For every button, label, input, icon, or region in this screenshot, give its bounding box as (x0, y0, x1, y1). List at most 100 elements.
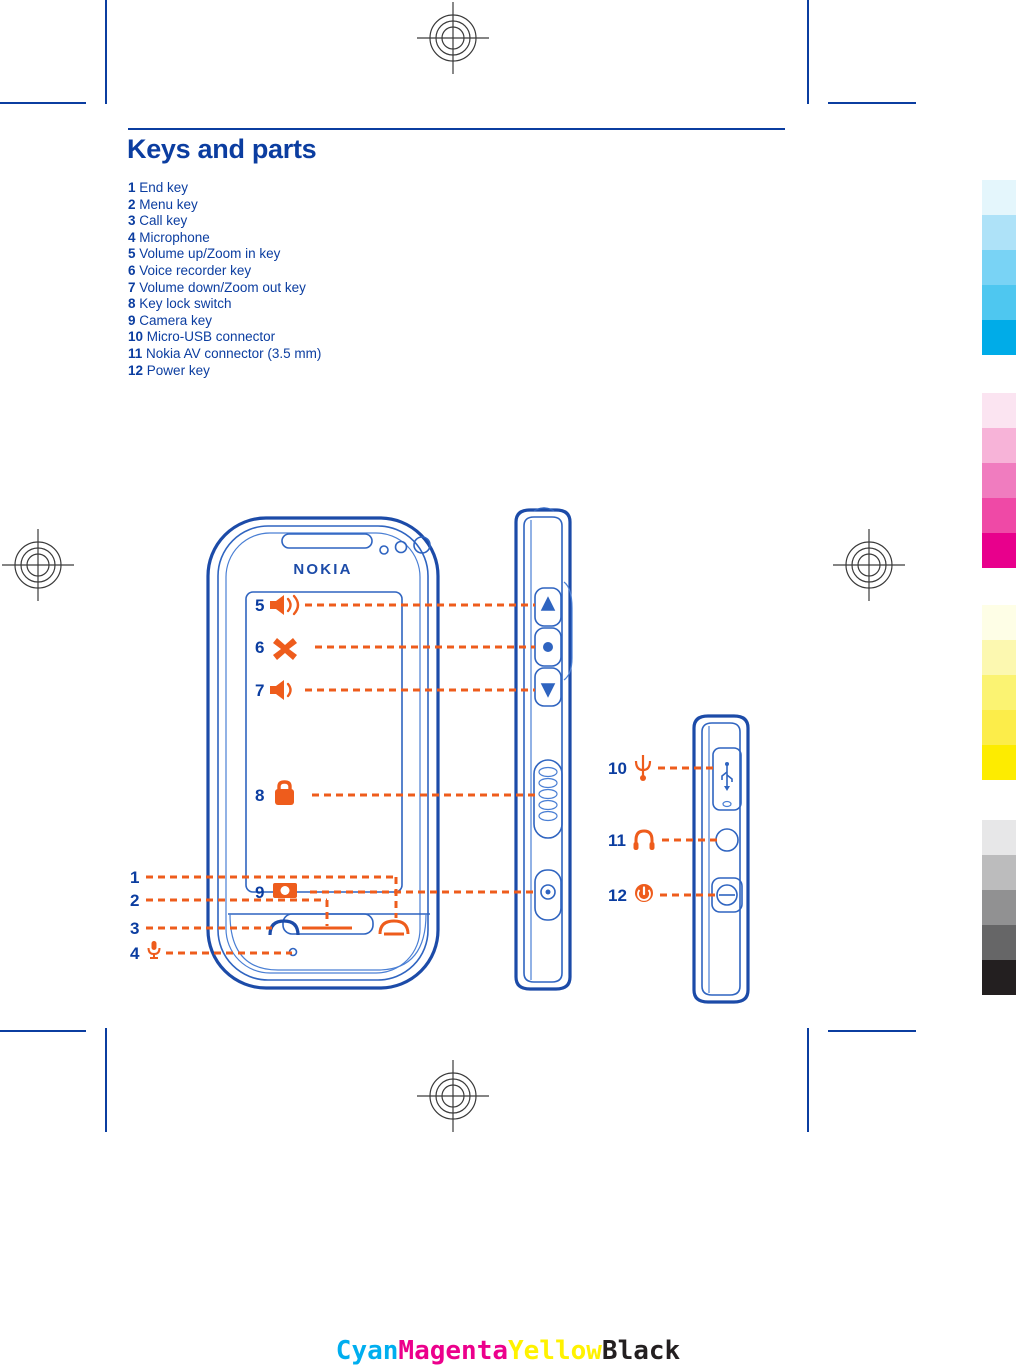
cmyk-label-strip: CyanMagentaYellowBlack (0, 1336, 1016, 1366)
swatch-yellow-4 (982, 710, 1016, 745)
crop-mark-bottom-right-vertical (807, 1028, 809, 1132)
crop-mark-bottom-left-horizontal (0, 1030, 86, 1032)
cmyk-label-black: Black (601, 1336, 681, 1366)
list-item: 1 End key (128, 180, 648, 197)
list-item-number: 11 (128, 345, 143, 361)
camera-key (534, 869, 562, 921)
swatch-black-3 (982, 890, 1016, 925)
swatch-yellow-2 (982, 640, 1016, 675)
cmyk-label-yellow: Yellow (508, 1336, 602, 1366)
power-icon (635, 884, 653, 902)
phone-side-view (514, 507, 573, 991)
list-item-label: Key lock switch (139, 296, 232, 312)
swatch-magenta-5 (982, 533, 1016, 568)
swatch-yellow-1 (982, 605, 1016, 640)
list-item-number: 6 (128, 262, 136, 278)
print-proof-page: Keys and parts 1 End key 2 Menu key 3 Ca… (0, 0, 1016, 1372)
color-calibration-bars (982, 0, 1016, 1050)
swatch-cyan-5 (982, 320, 1016, 355)
list-item-label: Nokia AV connector (3.5 mm) (146, 345, 322, 361)
lock-icon (275, 780, 294, 805)
swatch-black-2 (982, 855, 1016, 890)
swatch-cyan-3 (982, 250, 1016, 285)
list-item-label: Volume down/Zoom out key (139, 279, 306, 295)
page-title: Keys and parts (127, 134, 317, 164)
list-item-number: 8 (128, 296, 136, 312)
list-item-number: 1 (128, 180, 136, 195)
list-item-number: 4 (128, 229, 136, 245)
speaker-loud-icon (270, 594, 300, 616)
usb-icon (634, 755, 652, 781)
camera-icon (273, 883, 297, 898)
swatch-magenta-1 (982, 393, 1016, 428)
list-item-number: 2 (128, 196, 136, 212)
callout-number-3: 3 (130, 919, 139, 938)
list-item-label: Microphone (139, 229, 210, 245)
swatch-black-1 (982, 820, 1016, 855)
device-diagram: .bl{fill:none;stroke:#1c4ba8;stroke-widt… (130, 500, 810, 1020)
list-item: 12 Power key (128, 363, 648, 380)
crop-mark-bottom-left-vertical (105, 1028, 107, 1132)
callout-number-2: 2 (130, 891, 139, 910)
list-item-label: Call key (139, 213, 188, 229)
list-item-label: Power key (146, 362, 210, 378)
crop-mark-bottom-right-horizontal (828, 1030, 916, 1032)
headphone-icon (633, 829, 655, 850)
list-item: 3 Call key (128, 213, 648, 230)
registration-mark-right (833, 529, 905, 601)
swatch-magenta-3 (982, 463, 1016, 498)
callout-number-9: 9 (255, 883, 264, 902)
swatch-black-4 (982, 925, 1016, 960)
list-item-label: Camera key (139, 312, 213, 328)
registration-mark-top (417, 2, 489, 74)
callout-number-4: 4 (130, 944, 140, 963)
swatch-cyan-1 (982, 180, 1016, 215)
list-item-number: 7 (128, 279, 136, 295)
phone-front-view: NOKIA (206, 516, 440, 990)
cmyk-label-magenta: Magenta (398, 1336, 508, 1366)
crop-mark-top-right-vertical (807, 0, 809, 104)
list-item: 11 Nokia AV connector (3.5 mm) (128, 346, 648, 363)
parts-list: 1 End key 2 Menu key 3 Call key 4 Microp… (128, 180, 648, 379)
list-item: 5 Volume up/Zoom in key (128, 246, 648, 263)
list-item-number: 10 (128, 329, 144, 345)
end-key-glyph (378, 919, 410, 935)
av-connector-jack (715, 828, 739, 852)
registration-mark-left (2, 529, 74, 601)
nokia-wordmark: NOKIA (293, 561, 352, 578)
swatch-cyan-2 (982, 215, 1016, 250)
callout-number-6: 6 (255, 638, 264, 657)
callout-number-8: 8 (255, 786, 264, 805)
list-item-label: Menu key (139, 196, 198, 212)
swatch-yellow-5 (982, 745, 1016, 780)
list-item: 6 Voice recorder key (128, 263, 648, 280)
swatch-magenta-2 (982, 428, 1016, 463)
list-item-number: 5 (128, 246, 136, 262)
list-item: 8 Key lock switch (128, 296, 648, 313)
list-item-label: Volume up/Zoom in key (139, 246, 281, 262)
list-item: 10 Micro-USB connector (128, 329, 648, 346)
voice-recorder-x-icon (273, 638, 297, 660)
list-item-number: 3 (128, 213, 136, 229)
crop-mark-top-left-vertical (105, 0, 107, 104)
callout-number-11: 11 (608, 831, 626, 850)
swatch-magenta-4 (982, 498, 1016, 533)
list-item-label: Voice recorder key (139, 262, 252, 278)
callout-number-10: 10 (608, 759, 627, 778)
swatch-cyan-4 (982, 285, 1016, 320)
cmyk-label-cyan: Cyan (335, 1336, 399, 1366)
front-callout-lines (146, 875, 398, 955)
speaker-quiet-icon (270, 680, 292, 700)
swatch-yellow-3 (982, 675, 1016, 710)
crop-mark-top-right-horizontal (828, 102, 916, 104)
top-callout-lines (658, 766, 720, 897)
list-item: 9 Camera key (128, 313, 648, 330)
list-item: 4 Microphone (128, 230, 648, 247)
callout-number-5: 5 (255, 596, 264, 615)
callout-number-12: 12 (608, 886, 627, 905)
list-item: 7 Volume down/Zoom out key (128, 280, 648, 297)
list-item: 2 Menu key (128, 197, 648, 214)
heading-rule (128, 128, 785, 130)
list-item-label: Micro-USB connector (146, 329, 276, 345)
list-item-number: 12 (128, 362, 144, 378)
